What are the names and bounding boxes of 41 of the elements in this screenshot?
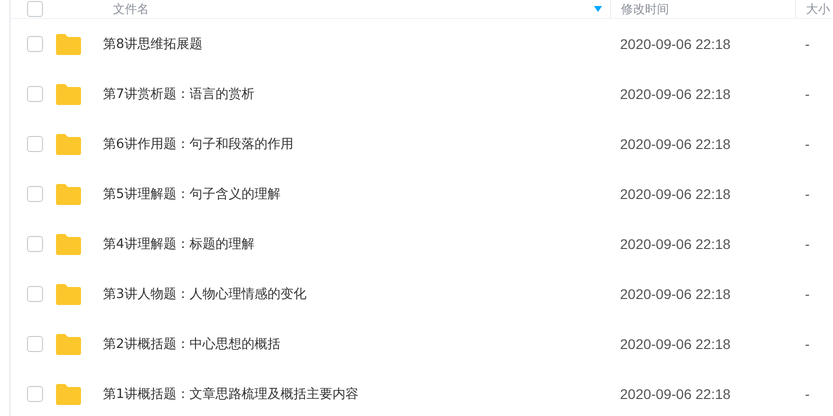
- modified-time: 2020-09-06 22:18: [619, 336, 732, 352]
- row-checkbox[interactable]: [27, 86, 43, 102]
- file-size: -: [804, 36, 811, 52]
- folder-icon: [56, 334, 81, 354]
- folder-icon: [56, 284, 81, 304]
- folder-name[interactable]: 第3讲人物题：人物心理情感的变化: [103, 285, 610, 303]
- row-checkbox[interactable]: [27, 136, 43, 152]
- modified-time: 2020-09-06 22:18: [619, 136, 732, 152]
- row-checkbox[interactable]: [27, 236, 43, 252]
- folder-name[interactable]: 第5讲理解题：句子含义的理解: [103, 185, 610, 203]
- row-checkbox[interactable]: [27, 36, 43, 52]
- row-checkbox[interactable]: [27, 386, 43, 402]
- modified-time: 2020-09-06 22:18: [619, 86, 732, 102]
- modified-time: 2020-09-06 22:18: [619, 186, 732, 202]
- modified-time: 2020-09-06 22:18: [619, 236, 732, 252]
- folder-icon: [56, 234, 81, 254]
- select-all-checkbox[interactable]: [27, 1, 43, 17]
- file-size: -: [804, 336, 811, 352]
- folder-icon: [56, 34, 81, 54]
- folder-name[interactable]: 第6讲作用题：句子和段落的作用: [103, 135, 610, 153]
- row-checkbox[interactable]: [27, 336, 43, 352]
- folder-icon: [56, 84, 81, 104]
- row-checkbox[interactable]: [27, 286, 43, 302]
- folder-name[interactable]: 第4讲理解题：标题的理解: [103, 235, 610, 253]
- folder-icon: [56, 184, 81, 204]
- file-size: -: [804, 286, 811, 302]
- file-size: -: [804, 386, 811, 402]
- file-size: -: [804, 86, 811, 102]
- folder-icon: [56, 384, 81, 404]
- modified-time: 2020-09-06 22:18: [619, 386, 732, 402]
- modified-time: 2020-09-06 22:18: [619, 36, 732, 52]
- folder-name[interactable]: 第1讲概括题：文章思路梳理及概括主要内容: [103, 385, 610, 403]
- folder-name[interactable]: 第8讲思维拓展题: [103, 35, 610, 53]
- modified-time: 2020-09-06 22:18: [619, 286, 732, 302]
- folder-name[interactable]: 第2讲概括题：中心思想的概括: [103, 335, 610, 353]
- folder-name[interactable]: 第7讲赏析题：语言的赏析: [103, 85, 610, 103]
- folder-icon: [56, 134, 81, 154]
- file-size: -: [804, 236, 811, 252]
- file-size: -: [804, 186, 811, 202]
- row-checkbox[interactable]: [27, 186, 43, 202]
- file-size: -: [804, 136, 811, 152]
